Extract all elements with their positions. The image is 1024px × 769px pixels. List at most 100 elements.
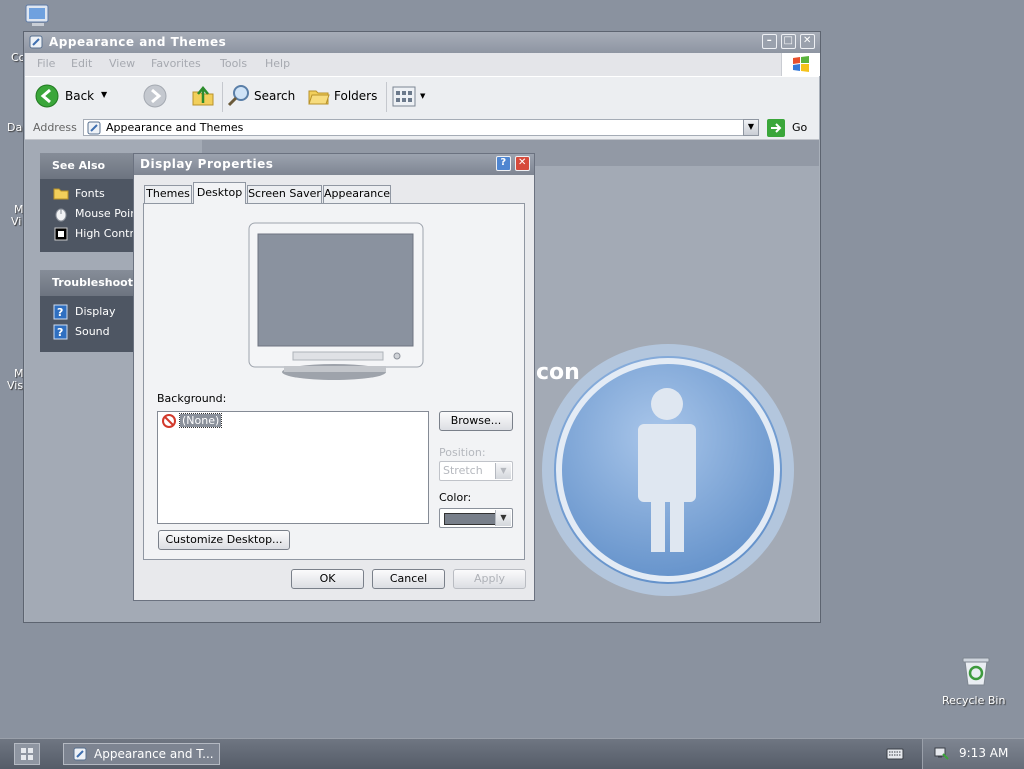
desktop-icon-label: Vis bbox=[7, 379, 24, 392]
control-panel-icon bbox=[73, 747, 87, 761]
menu-view[interactable]: View bbox=[109, 57, 135, 70]
tab-screen-saver[interactable]: Screen Saver bbox=[247, 185, 322, 203]
fonts-folder-icon bbox=[53, 188, 69, 200]
explorer-titlebar[interactable]: Appearance and Themes – □ ✕ bbox=[24, 32, 820, 53]
position-label: Position: bbox=[439, 446, 486, 459]
back-label: Back bbox=[65, 89, 95, 103]
back-button[interactable]: Back ▼ bbox=[35, 84, 115, 110]
apply-button[interactable]: Apply bbox=[453, 569, 526, 589]
color-picker-button[interactable]: ▼ bbox=[439, 508, 513, 528]
tab-desktop[interactable]: Desktop bbox=[193, 182, 246, 204]
see-also-item-label: Fonts bbox=[75, 187, 105, 200]
chevron-down-icon: ▼ bbox=[495, 463, 511, 479]
folders-label: Folders bbox=[334, 89, 378, 103]
background-label: Background: bbox=[157, 392, 227, 405]
see-also-item-label: High Contra bbox=[75, 227, 133, 240]
see-also-header[interactable]: See Also bbox=[40, 153, 133, 179]
standard-toolbar: Back ▼ Search Folders ▼ bbox=[25, 76, 819, 118]
chevron-down-icon: ▼ bbox=[495, 510, 511, 526]
folders-button[interactable]: Folders bbox=[307, 84, 381, 110]
see-also-item-fonts[interactable]: Fonts bbox=[53, 186, 105, 202]
menu-tools[interactable]: Tools bbox=[220, 57, 247, 70]
start-grid-icon bbox=[21, 748, 33, 760]
svg-text:?: ? bbox=[57, 326, 63, 339]
mouse-icon bbox=[55, 208, 67, 222]
background-list[interactable]: (None) bbox=[157, 411, 429, 524]
troubleshooter-item-sound[interactable]: ? Sound bbox=[53, 324, 110, 340]
dialog-close-button[interactable]: ✕ bbox=[515, 156, 530, 171]
address-input[interactable]: Appearance and Themes ▼ bbox=[83, 119, 759, 136]
minimize-button[interactable]: – bbox=[762, 34, 777, 49]
see-also-item-mouse-pointers[interactable]: Mouse Point bbox=[53, 206, 133, 222]
no-entry-icon bbox=[162, 414, 176, 428]
search-button[interactable]: Search bbox=[227, 84, 299, 110]
views-button[interactable]: ▼ bbox=[392, 86, 428, 108]
browse-button[interactable]: Browse... bbox=[439, 411, 513, 431]
troubleshooters-header[interactable]: Troubleshoote bbox=[40, 270, 140, 296]
desktop-icon-label: Vi bbox=[11, 215, 22, 228]
windows-logo bbox=[781, 53, 820, 76]
troubleshooters-pane: ? Display ? Sound bbox=[40, 296, 133, 352]
tab-themes[interactable]: Themes bbox=[144, 185, 192, 203]
search-icon bbox=[227, 85, 249, 107]
toolbar-separator bbox=[386, 82, 387, 112]
help-icon: ? bbox=[53, 304, 68, 320]
cancel-button[interactable]: Cancel bbox=[372, 569, 445, 589]
start-button[interactable] bbox=[14, 743, 40, 765]
menu-favorites[interactable]: Favorites bbox=[151, 57, 201, 70]
taskbar-item-appearance-and-themes[interactable]: Appearance and T... bbox=[63, 743, 220, 765]
recycle-bin-label: Recycle Bin bbox=[942, 694, 1006, 707]
troubleshooters-title: Troubleshoote bbox=[52, 276, 141, 289]
ok-button[interactable]: OK bbox=[291, 569, 364, 589]
desktop-icon-label: Da bbox=[7, 121, 23, 134]
tab-appearance[interactable]: Appearance bbox=[323, 185, 391, 203]
background-list-item[interactable]: (None) bbox=[162, 413, 232, 430]
taskbar-item-label: Appearance and T... bbox=[94, 747, 214, 761]
close-button[interactable]: ✕ bbox=[800, 34, 815, 49]
position-select[interactable]: Stretch ▼ bbox=[439, 461, 513, 481]
control-panel-icon bbox=[29, 35, 43, 49]
clock[interactable]: 9:13 AM bbox=[959, 746, 1008, 760]
back-dropdown-icon[interactable]: ▼ bbox=[101, 90, 107, 99]
recycle-bin-icon bbox=[962, 657, 990, 686]
monitor-preview bbox=[248, 222, 424, 380]
recycle-bin-desktop-icon[interactable]: Recycle Bin bbox=[938, 655, 1014, 711]
display-properties-dialog[interactable]: Display Properties ? ✕ Themes Desktop Sc… bbox=[133, 153, 535, 601]
maximize-button[interactable]: □ bbox=[781, 34, 796, 49]
views-dropdown-icon: ▼ bbox=[420, 92, 426, 100]
position-value: Stretch bbox=[443, 464, 483, 477]
network-icon[interactable] bbox=[933, 745, 949, 761]
troubleshooter-item-label: Display bbox=[75, 305, 116, 318]
address-value: Appearance and Themes bbox=[106, 121, 244, 134]
see-also-item-high-contrast[interactable]: High Contra bbox=[53, 226, 133, 242]
see-also-title: See Also bbox=[52, 159, 106, 172]
menu-edit[interactable]: Edit bbox=[71, 57, 92, 70]
views-grid-icon bbox=[392, 86, 416, 107]
back-arrow-icon bbox=[35, 84, 59, 108]
address-label: Address bbox=[33, 121, 77, 134]
user-figure-icon bbox=[542, 344, 794, 596]
my-computer-desktop-icon[interactable] bbox=[22, 3, 56, 33]
see-also-pane: Fonts Mouse Point High Contra bbox=[40, 179, 133, 252]
menu-help[interactable]: Help bbox=[265, 57, 290, 70]
up-folder-icon[interactable] bbox=[191, 84, 215, 108]
windows-flag-icon bbox=[793, 56, 809, 72]
keyboard-icon[interactable] bbox=[886, 747, 904, 761]
go-button[interactable]: Go bbox=[767, 119, 813, 137]
see-also-item-label: Mouse Point bbox=[75, 207, 133, 220]
color-swatch bbox=[444, 513, 498, 525]
dialog-titlebar[interactable]: Display Properties ? ✕ bbox=[134, 154, 534, 175]
address-dropdown-button[interactable]: ▼ bbox=[743, 119, 759, 136]
folders-icon bbox=[308, 90, 330, 105]
help-icon: ? bbox=[53, 324, 68, 340]
help-button[interactable]: ? bbox=[496, 156, 511, 171]
explorer-title: Appearance and Themes bbox=[49, 35, 227, 49]
search-label: Search bbox=[254, 89, 296, 103]
menu-file[interactable]: File bbox=[37, 57, 55, 70]
troubleshooter-item-display[interactable]: ? Display bbox=[53, 304, 116, 320]
system-tray: 9:13 AM bbox=[922, 739, 1024, 769]
control-panel-icon bbox=[87, 121, 101, 135]
customize-desktop-button[interactable]: Customize Desktop... bbox=[158, 530, 290, 550]
go-label: Go bbox=[792, 121, 808, 134]
forward-arrow-icon[interactable] bbox=[143, 84, 167, 108]
